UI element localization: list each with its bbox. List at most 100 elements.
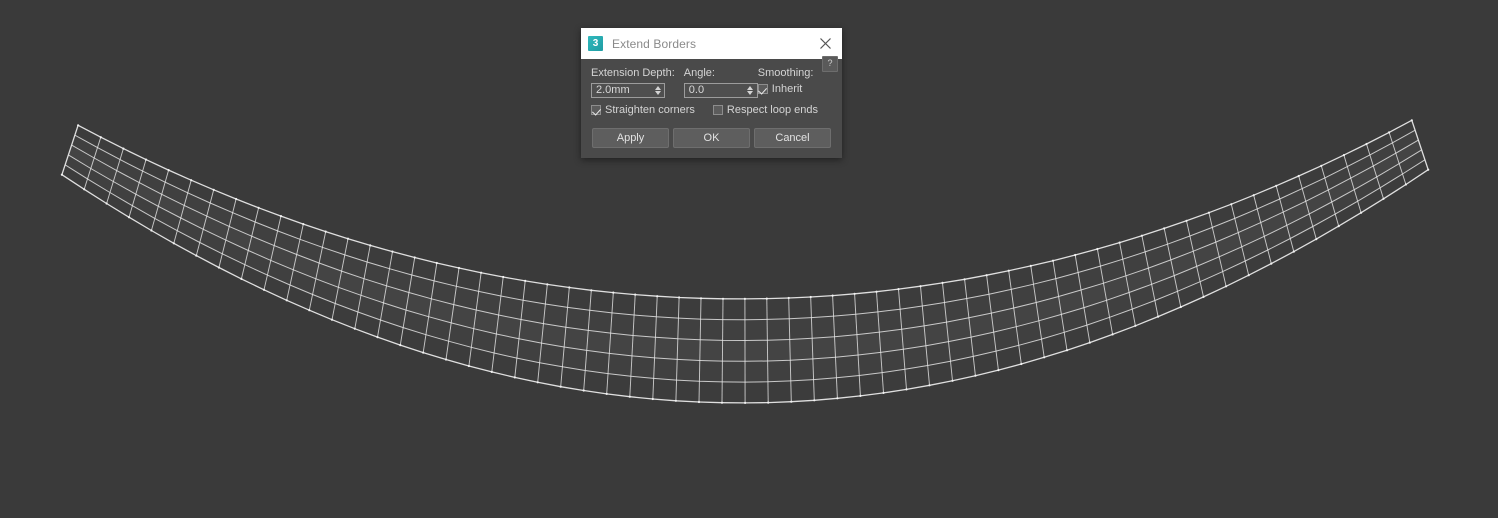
mesh-face (722, 381, 746, 403)
ok-button[interactable]: OK (673, 128, 750, 148)
mesh-vertex (831, 294, 834, 297)
mesh-face (699, 339, 723, 362)
close-icon[interactable] (808, 28, 842, 59)
extension-depth-stepper[interactable] (653, 86, 662, 95)
mesh-vertex (1382, 197, 1385, 200)
mesh-vertex (1029, 264, 1032, 267)
dialog-titlebar[interactable]: 3 Extend Borders (581, 28, 842, 59)
mesh-vertex (490, 370, 493, 373)
mesh-vertex (1074, 253, 1077, 257)
extension-depth-group: Extension Depth: 2.0mm (591, 67, 684, 98)
mesh-vertex (122, 147, 125, 150)
mesh-face (858, 352, 883, 376)
respect-loop-ends-checkbox[interactable]: Respect loop ends (712, 104, 818, 116)
mesh-face (811, 316, 835, 339)
mesh-vertex (744, 401, 747, 404)
mesh-vertex (1365, 142, 1368, 146)
angle-stepper[interactable] (746, 86, 755, 95)
mesh-vertex (77, 124, 80, 127)
mesh-face (629, 376, 654, 399)
mesh-face (767, 318, 790, 341)
mesh-vertex (853, 292, 856, 295)
mesh-vertex (1225, 285, 1228, 288)
mesh-face (634, 294, 658, 317)
straighten-corners-label: Straighten corners (605, 104, 695, 116)
mesh-vertex (435, 261, 438, 265)
mesh-vertex (656, 295, 659, 298)
mesh-vertex (302, 223, 305, 226)
extend-borders-dialog[interactable]: 3 Extend Borders ? Extension Depth: 2.0m… (581, 28, 842, 158)
mesh-vertex (1292, 250, 1295, 253)
mesh-vertex (1185, 219, 1188, 222)
mesh-vertex (422, 351, 425, 354)
extension-depth-input[interactable]: 2.0mm (591, 83, 665, 98)
mesh-face (699, 360, 723, 382)
cancel-button[interactable]: Cancel (754, 128, 831, 148)
mesh-vertex (787, 296, 790, 300)
mesh-vertex (1247, 274, 1250, 277)
mesh-vertex (605, 392, 608, 395)
mesh-vertex (83, 188, 86, 191)
mesh-vertex (1118, 241, 1121, 244)
mesh-face (565, 307, 590, 331)
mesh-vertex (1163, 227, 1166, 230)
mesh-face (652, 378, 677, 401)
inherit-checkbox[interactable]: Inherit (757, 83, 832, 95)
mesh-vertex (546, 283, 549, 286)
mesh-face (745, 381, 769, 403)
mesh-vertex (1320, 164, 1323, 167)
mesh-face (722, 340, 745, 362)
mesh-vertex (353, 327, 356, 330)
mesh-vertex (612, 291, 615, 294)
mesh-face (832, 293, 856, 317)
help-button[interactable]: ? (822, 56, 838, 72)
mesh-vertex (399, 344, 402, 347)
mesh-face (880, 349, 905, 373)
mesh-vertex (1088, 341, 1091, 344)
dialog-body: ? Extension Depth: 2.0mm Angle: 0.0 Smoo… (581, 56, 842, 158)
mesh-vertex (391, 250, 394, 253)
mesh-vertex (634, 293, 637, 296)
straighten-corners-checkbox[interactable]: Straighten corners (591, 104, 695, 116)
mesh-face (700, 319, 723, 341)
mesh-vertex (928, 384, 931, 387)
mesh-face (790, 379, 815, 402)
mesh-face (833, 314, 857, 337)
mesh-vertex (1202, 295, 1205, 298)
mesh-vertex (167, 169, 170, 172)
mesh-vertex (582, 389, 585, 392)
mesh-face (813, 377, 838, 401)
mesh-vertex (1270, 262, 1273, 265)
mesh-vertex (480, 271, 483, 274)
mesh-face (564, 327, 589, 351)
mesh-vertex (767, 401, 770, 404)
mesh-face (790, 358, 814, 381)
mesh-face (835, 355, 860, 378)
mesh-vertex (1410, 119, 1413, 122)
mesh-vertex (1275, 184, 1278, 187)
mesh-vertex (651, 397, 654, 401)
mesh-vertex (1230, 203, 1233, 206)
mesh-vertex (1020, 362, 1023, 366)
mesh-vertex (720, 401, 724, 404)
mesh-face (722, 361, 746, 383)
mesh-vertex (502, 275, 505, 279)
mesh-vertex (1360, 211, 1363, 214)
checkbox-box-icon (591, 105, 601, 115)
extension-depth-label: Extension Depth: (591, 67, 675, 79)
mesh-vertex (376, 336, 379, 339)
mesh-face (722, 298, 745, 320)
angle-group: Angle: 0.0 (683, 67, 758, 98)
mesh-vertex (1427, 168, 1430, 171)
mesh-vertex (1388, 131, 1391, 134)
mesh-face (633, 315, 657, 338)
mesh-vertex (721, 297, 725, 300)
mesh-face (654, 337, 678, 360)
inherit-label: Inherit (771, 83, 803, 95)
mesh-vertex (1134, 324, 1137, 327)
mesh-vertex (1051, 259, 1055, 262)
apply-button[interactable]: Apply (592, 128, 669, 148)
angle-input[interactable]: 0.0 (683, 83, 758, 98)
mesh-vertex (172, 242, 175, 245)
mesh-face (744, 319, 768, 341)
